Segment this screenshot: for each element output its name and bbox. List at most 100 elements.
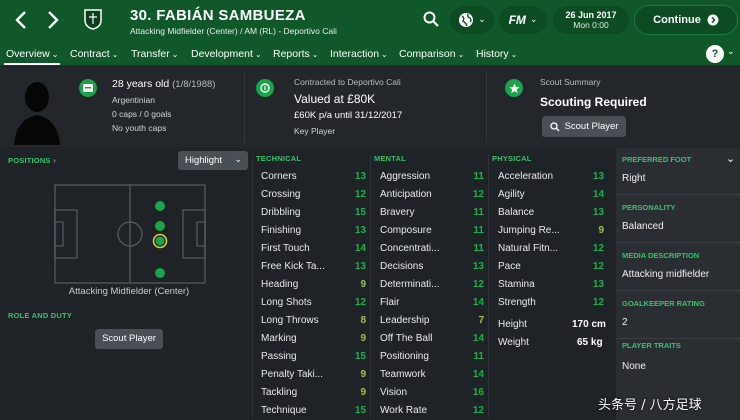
attribute-value: 13 [354, 171, 366, 182]
attribute-name: Heading [261, 279, 299, 290]
attribute-name: Bravery [380, 207, 415, 218]
attribute-name: Strength [498, 297, 536, 308]
positions-label: POSITIONS [8, 156, 51, 165]
attribute-name: Long Shots [261, 297, 312, 308]
day-time-label: Mon 0:00 [573, 20, 609, 30]
tab-interaction[interactable]: Interaction ⌄ [330, 48, 388, 60]
attribute-name: Marking [261, 333, 297, 344]
role-scout-player-button[interactable]: Scout Player [95, 329, 163, 349]
height-value: 170 cm [572, 319, 606, 330]
attribute-value: 14 [592, 189, 604, 200]
attribute-name: Technique [261, 405, 307, 416]
attribute-name: Finishing [261, 225, 302, 236]
nationality-label: Argentinian [112, 95, 156, 105]
divider [370, 154, 371, 418]
highlight-dropdown[interactable]: Highlight ⌄ [178, 151, 248, 170]
attribute-value: 13 [472, 261, 484, 272]
attribute-value: 9 [360, 279, 366, 290]
personality-value: Balanced [622, 221, 664, 232]
goalkeeper-rating-heading: GOALKEEPER RATING [622, 299, 705, 308]
chevron-down-icon: ⌄ [111, 50, 119, 59]
game-date[interactable]: 26 Jun 2017 Mon 0:00 [553, 6, 629, 34]
personality-heading: PERSONALITY [622, 203, 676, 212]
age-label: 28 years old (1/8/1988) [112, 78, 215, 90]
attribute-name: Leadership [380, 315, 430, 326]
physical-heading: PHYSICAL [492, 154, 532, 163]
world-menu-button[interactable]: ⌄ [450, 6, 494, 34]
attribute-value: 11 [473, 207, 484, 218]
attribute-value: 11 [473, 225, 484, 236]
youth-caps-label: No youth caps [112, 123, 167, 133]
tab-label: Contract [70, 48, 110, 60]
contract-icon [256, 79, 274, 97]
attribute-name: Corners [261, 171, 297, 182]
continue-button[interactable]: Continue [634, 5, 738, 35]
tab-label: Overview [6, 48, 50, 60]
tab-comparison[interactable]: Comparison ⌄ [399, 48, 464, 60]
attribute-name: Flair [380, 297, 400, 308]
position-pitch [54, 184, 206, 284]
attribute-name: Passing [261, 351, 297, 362]
attribute-name: Determinati... [380, 279, 440, 290]
attribute-name: Dribbling [261, 207, 301, 218]
tab-reports[interactable]: Reports ⌄ [273, 48, 318, 60]
scout-player-button[interactable]: Scout Player [542, 116, 626, 137]
tab-label: History [476, 48, 509, 60]
weight-value: 65 kg [577, 337, 603, 348]
attribute-name: Pace [498, 261, 521, 272]
scout-player-label: Scout Player [564, 121, 619, 132]
tab-development[interactable]: Development ⌄ [191, 48, 262, 60]
position-caption: Attacking Midfielder (Center) [68, 286, 190, 297]
attribute-value: 15 [354, 405, 366, 416]
tab-history[interactable]: History ⌄ [476, 48, 517, 60]
tab-contract[interactable]: Contract ⌄ [70, 48, 118, 60]
club-badge-icon[interactable] [84, 8, 102, 30]
attribute-name: Aggression [380, 171, 431, 182]
attribute-value: 12 [472, 279, 484, 290]
attribute-value: 9 [360, 369, 366, 380]
search-icon[interactable] [422, 10, 440, 33]
attribute-name: Natural Fitn... [498, 243, 559, 254]
scout-summary-label: Scout Summary [540, 77, 601, 87]
tab-overview[interactable]: Overview ⌄ [3, 48, 61, 65]
tab-label: Interaction [330, 48, 380, 60]
player-info-strip: 28 years old (1/8/1988) Argentinian 0 ca… [0, 67, 740, 147]
player-traits-value: None [622, 361, 646, 372]
attribute-value: 13 [592, 207, 604, 218]
help-button[interactable]: ? [706, 45, 724, 63]
tab-transfer[interactable]: Transfer ⌄ [131, 48, 178, 60]
player-header: 30. FABIÁN SAMBUEZA Attacking Midfielder… [0, 0, 740, 44]
player-details-panel: PREFERRED FOOT ⌄ Right PERSONALITY Balan… [616, 148, 740, 420]
divider [616, 338, 740, 339]
dob-value: (1/8/1988) [172, 79, 216, 90]
forward-arrow-icon[interactable] [46, 10, 62, 30]
position-dot-aml [155, 201, 165, 211]
attribute-name: Vision [380, 387, 408, 398]
attribute-name: Long Throws [261, 315, 319, 326]
media-description-value: Attacking midfielder [622, 269, 710, 280]
chevron-down-icon[interactable]: ⌄ [726, 152, 735, 165]
divider [252, 154, 253, 418]
fm-logo-icon: FM [508, 13, 526, 27]
preferred-foot-heading: PREFERRED FOOT [622, 155, 692, 164]
positions-heading[interactable]: POSITIONS › [8, 156, 56, 165]
mental-heading: MENTAL [374, 154, 406, 163]
caps-label: 0 caps / 0 goals [112, 109, 172, 119]
fm-menu-button[interactable]: FM ⌄ [499, 6, 547, 34]
attribute-name: Teamwork [380, 369, 426, 380]
divider [488, 154, 489, 418]
attribute-name: Decisions [380, 261, 424, 272]
attribute-value: 15 [354, 351, 366, 362]
back-arrow-icon[interactable] [14, 10, 30, 30]
attribute-name: Balance [498, 207, 535, 218]
chevron-down-icon[interactable]: ⌄ [727, 47, 735, 57]
attribute-value: 12 [472, 405, 484, 416]
attribute-name: Composure [380, 225, 432, 236]
attribute-value: 13 [592, 171, 604, 182]
attribute-name: Anticipation [380, 189, 432, 200]
player-photo [10, 73, 64, 145]
player-name-title: 30. FABIÁN SAMBUEZA [130, 7, 306, 24]
age-value: 28 years old [112, 78, 170, 90]
role-duty-heading: ROLE AND DUTY [8, 311, 72, 320]
attribute-name: Tackling [261, 387, 298, 398]
